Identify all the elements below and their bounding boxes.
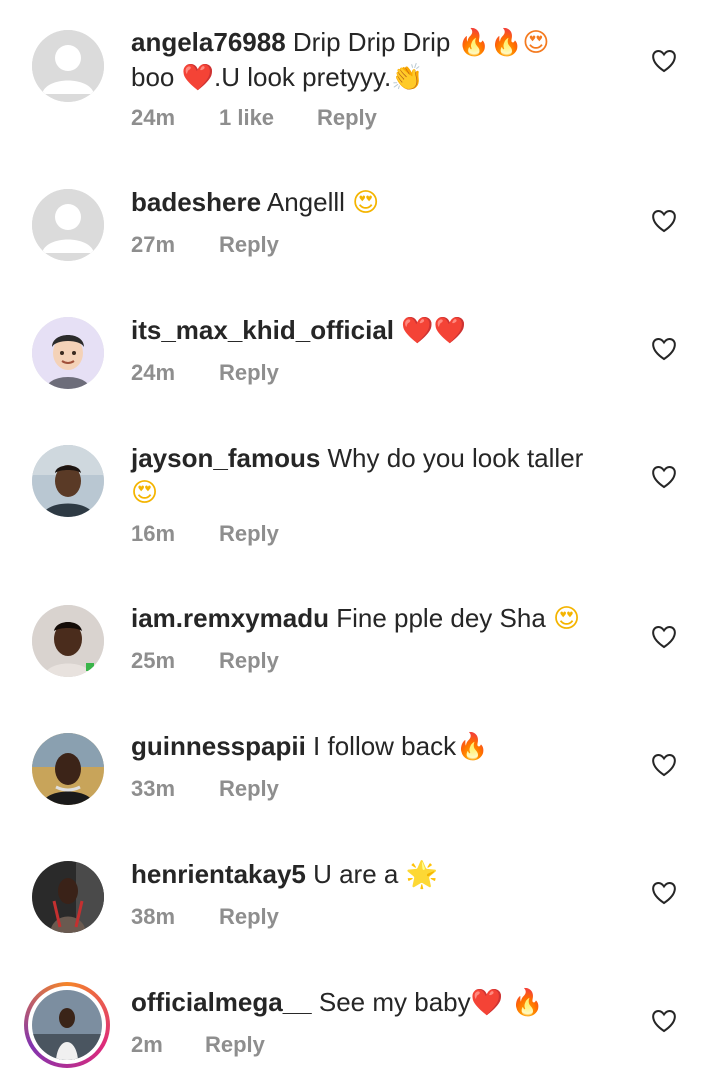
person-silhouette-icon: [32, 30, 104, 102]
comment-text: jayson_famous Why do you look taller 😍: [131, 441, 601, 510]
heart-emoji: ❤️: [181, 63, 214, 93]
comment-meta: 27m Reply: [131, 232, 279, 258]
like-heart-icon[interactable]: [651, 49, 677, 73]
profile-photo: [32, 861, 104, 933]
comment-time: 2m: [131, 1032, 163, 1057]
emoji: ❤️❤️: [401, 316, 466, 346]
emoji: ❤️ 🔥: [470, 988, 544, 1018]
comment-text: henrientakay5 U are a 🌟: [131, 857, 601, 892]
comment-body-line2: boo: [131, 62, 182, 92]
reply-button[interactable]: Reply: [219, 521, 279, 547]
comment-body: Why do you look taller: [320, 443, 584, 473]
like-heart-icon[interactable]: [651, 753, 677, 777]
comment-text: iam.remxymadu Fine pple dey Sha 😍: [131, 601, 601, 636]
emoji: 🔥🔥😍: [457, 28, 550, 58]
person-silhouette-icon: [32, 189, 104, 261]
emoji: 😍: [131, 478, 159, 508]
comment-time: 24m: [131, 360, 176, 385]
avatar-inner: [28, 986, 106, 1064]
like-heart-icon[interactable]: [651, 1009, 677, 1033]
clap-emoji: 👏: [391, 63, 424, 93]
reply-button[interactable]: Reply: [205, 1032, 265, 1058]
user-avatar[interactable]: [32, 605, 104, 677]
comment-body: Angelll: [261, 187, 353, 217]
emoji: 🔥: [456, 732, 489, 762]
user-avatar[interactable]: [32, 445, 104, 517]
comment-body-line2-after: .U look pretyyy.: [213, 62, 392, 92]
comment-text: its_max_khid_official ❤️❤️: [131, 313, 601, 348]
comment-username[interactable]: iam.remxymadu: [131, 603, 329, 633]
comment-time: 16m: [131, 521, 176, 546]
comment-time: 38m: [131, 904, 176, 929]
like-heart-icon[interactable]: [651, 209, 677, 233]
comment-meta: 25m Reply: [131, 648, 279, 674]
profile-photo: [32, 733, 104, 805]
story-ring-avatar[interactable]: [24, 982, 110, 1068]
reply-button[interactable]: Reply: [317, 105, 377, 131]
comment-meta: 24m 1 like Reply: [131, 105, 377, 131]
reply-button[interactable]: Reply: [219, 904, 279, 930]
comment-body: U are a: [305, 859, 406, 889]
comment-text: badeshere Angelll 😍: [131, 185, 601, 220]
reply-button[interactable]: Reply: [219, 360, 279, 386]
profile-photo: [32, 445, 104, 517]
comment-time: 24m: [131, 105, 176, 130]
comment-meta: 33m Reply: [131, 776, 279, 802]
comment-text: guinnesspapii I follow back🔥: [131, 729, 601, 764]
comment-body: See my baby: [311, 987, 471, 1017]
comment-meta: 2m Reply: [131, 1032, 265, 1058]
comment-meta: 24m Reply: [131, 360, 279, 386]
user-avatar[interactable]: [32, 317, 104, 389]
reply-button[interactable]: Reply: [219, 648, 279, 674]
emoji: 😍: [352, 188, 380, 218]
comment-username[interactable]: its_max_khid_official: [131, 315, 394, 345]
comment-time: 33m: [131, 776, 176, 801]
comments-list: angela76988 Drip Drip Drip 🔥🔥😍 boo ❤️.U …: [0, 0, 720, 1081]
comment-body: Fine pple dey Sha: [328, 603, 554, 633]
like-heart-icon[interactable]: [651, 625, 677, 649]
profile-photo: [32, 605, 104, 677]
comment-username[interactable]: badeshere: [131, 187, 261, 217]
like-heart-icon[interactable]: [651, 465, 677, 489]
comment-time: 27m: [131, 232, 176, 257]
like-heart-icon[interactable]: [651, 337, 677, 361]
emoji: 😍: [553, 604, 581, 634]
comment-username[interactable]: officialmega__: [131, 987, 312, 1017]
like-heart-icon[interactable]: [651, 881, 677, 905]
comment-username[interactable]: guinnesspapii: [131, 731, 306, 761]
comment-likes[interactable]: 1 like: [219, 105, 317, 131]
comment-meta: 16m Reply: [131, 521, 279, 547]
comment-text: angela76988 Drip Drip Drip 🔥🔥😍 boo ❤️.U …: [131, 25, 601, 95]
profile-photo: [32, 990, 102, 1060]
cartoon-avatar-image: [32, 317, 104, 389]
comment-time: 25m: [131, 648, 176, 673]
default-avatar[interactable]: [32, 30, 104, 102]
comment-body: Drip Drip Drip: [285, 27, 458, 57]
comment-text: officialmega__ See my baby❤️ 🔥: [131, 985, 601, 1020]
default-avatar[interactable]: [32, 189, 104, 261]
comment-meta: 38m Reply: [131, 904, 279, 930]
user-avatar[interactable]: [32, 861, 104, 933]
reply-button[interactable]: Reply: [219, 776, 279, 802]
comment-username[interactable]: angela76988: [131, 27, 286, 57]
comment-username[interactable]: henrientakay5: [131, 859, 306, 889]
user-avatar[interactable]: [32, 733, 104, 805]
emoji: 🌟: [405, 860, 438, 890]
comment-username[interactable]: jayson_famous: [131, 443, 320, 473]
reply-button[interactable]: Reply: [219, 232, 279, 258]
comment-body: I follow back: [305, 731, 457, 761]
